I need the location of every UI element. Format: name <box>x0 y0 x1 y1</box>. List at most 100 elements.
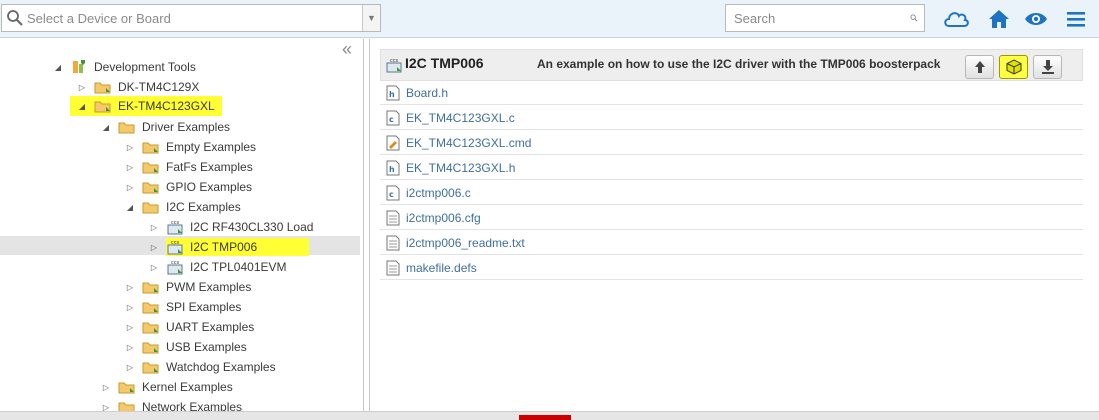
folder-icon <box>94 82 111 94</box>
collapsed-triangle-icon[interactable]: ▷ <box>76 81 88 93</box>
file-row-board-h[interactable]: h Board.h <box>380 81 1083 105</box>
resource-tree-panel: « ◢ Development Tools ▷ DK-TM4C129X ◢ EK… <box>0 39 364 411</box>
folder-icon <box>118 382 135 394</box>
search-icon[interactable] <box>910 9 918 27</box>
ccs-project-icon: ccs <box>167 240 183 255</box>
tree-item-development-tools[interactable]: ◢ Development Tools <box>52 57 198 77</box>
collapsed-triangle-icon[interactable]: ▷ <box>124 361 136 373</box>
search-box[interactable] <box>725 4 925 32</box>
eye-icon <box>1025 13 1047 25</box>
hamburger-menu-icon <box>1067 12 1085 27</box>
folder-icon <box>118 402 135 411</box>
folder-icon <box>142 342 159 354</box>
tree-item-empty-examples[interactable]: ▷ Empty Examples <box>124 137 258 157</box>
svg-text:h: h <box>389 90 395 99</box>
c-file-icon: c <box>386 185 400 200</box>
tree-item-i2c-tmp006[interactable]: ▷ ccs I2C TMP006 <box>148 237 310 257</box>
tree-item-gpio-examples[interactable]: ▷ GPIO Examples <box>124 177 254 197</box>
file-row-ek-tm4c123gxl-h[interactable]: h EK_TM4C123GXL.h <box>380 156 1083 180</box>
collapsed-triangle-icon[interactable]: ▷ <box>124 181 136 193</box>
svg-text:c: c <box>389 115 394 124</box>
collapsed-triangle-icon[interactable]: ▷ <box>100 401 112 412</box>
expanded-triangle-icon[interactable]: ◢ <box>100 121 112 133</box>
svg-text:h: h <box>389 165 395 174</box>
collapsed-triangle-icon[interactable]: ▷ <box>124 301 136 313</box>
tree-item-i2c-examples[interactable]: ◢ I2C Examples <box>124 197 243 217</box>
collapsed-triangle-icon[interactable]: ▷ <box>124 281 136 293</box>
tree-item-network-examples[interactable]: ▷ Network Examples <box>100 397 244 411</box>
text-file-icon <box>386 210 400 225</box>
file-row-i2ctmp006-readme-txt[interactable]: i2ctmp006_readme.txt <box>380 231 1083 255</box>
download-icon <box>1041 60 1054 74</box>
file-row-i2ctmp006-c[interactable]: c i2ctmp006.c <box>380 181 1083 205</box>
expanded-triangle-icon[interactable]: ◢ <box>76 100 88 112</box>
folder-icon <box>142 182 159 194</box>
folder-icon <box>142 362 159 374</box>
ccs-project-icon: ccs <box>386 58 402 73</box>
file-row-i2ctmp006-cfg[interactable]: i2ctmp006.cfg <box>380 206 1083 230</box>
ccs-project-icon: ccs <box>167 260 183 275</box>
view-button[interactable] <box>1022 5 1050 33</box>
c-file-icon: c <box>386 110 400 125</box>
device-select-placeholder: Select a Device or Board <box>27 10 171 26</box>
collapsed-triangle-icon[interactable]: ▷ <box>124 161 136 173</box>
text-file-icon <box>386 260 400 275</box>
tree-item-i2c-rf430cl330-load[interactable]: ▷ ccs I2C RF430CL330 Load <box>148 217 315 237</box>
download-button[interactable] <box>1033 55 1062 79</box>
cmd-file-icon <box>386 135 400 150</box>
tree-item-fatfs-examples[interactable]: ▷ FatFs Examples <box>124 157 255 177</box>
dropdown-arrow-icon[interactable]: ▼ <box>362 5 380 31</box>
tree-item-spi-examples[interactable]: ▷ SPI Examples <box>124 297 243 317</box>
file-row-ek-tm4c123gxl-c[interactable]: c EK_TM4C123GXL.c <box>380 106 1083 130</box>
tree-item-ek-tm4c123gxl[interactable]: ◢ EK-TM4C123GXL <box>70 96 222 116</box>
folder-icon <box>118 122 135 134</box>
project-title: I2C TMP006 <box>405 55 484 71</box>
search-input[interactable] <box>734 6 910 30</box>
collapsed-triangle-icon[interactable]: ▷ <box>148 221 160 233</box>
menu-button[interactable] <box>1062 5 1090 33</box>
text-file-icon <box>386 235 400 250</box>
device-board-select[interactable]: Select a Device or Board ▼ <box>1 4 381 32</box>
ccs-project-icon: ccs <box>167 220 183 235</box>
collapsed-triangle-icon[interactable]: ▷ <box>124 141 136 153</box>
file-row-makefile-defs[interactable]: makefile.defs <box>380 256 1083 280</box>
top-toolbar: Select a Device or Board ▼ <box>0 0 1099 38</box>
collapsed-triangle-icon[interactable]: ▷ <box>100 381 112 393</box>
arrow-up-icon <box>974 61 985 73</box>
collapsed-triangle-icon[interactable]: ▷ <box>148 241 160 253</box>
svg-text:ccs: ccs <box>171 220 179 226</box>
tree-item-kernel-examples[interactable]: ▷ Kernel Examples <box>100 377 235 397</box>
cloud-button[interactable] <box>942 5 970 33</box>
import-project-button[interactable] <box>999 55 1028 79</box>
project-header: ccs I2C TMP006 An example on how to use … <box>380 49 1083 81</box>
home-button[interactable] <box>985 5 1013 33</box>
cloud-icon <box>944 12 969 27</box>
tree-item-usb-examples[interactable]: ▷ USB Examples <box>124 337 249 357</box>
collapsed-triangle-icon[interactable]: ▷ <box>124 321 136 333</box>
folder-icon <box>142 322 159 334</box>
expanded-triangle-icon[interactable]: ◢ <box>52 61 64 73</box>
collapsed-triangle-icon[interactable]: ▷ <box>148 261 160 273</box>
svg-text:ccs: ccs <box>171 260 179 266</box>
tree-item-watchdog-examples[interactable]: ▷ Watchdog Examples <box>124 357 278 377</box>
cube-icon <box>1006 59 1021 75</box>
tree-item-pwm-examples[interactable]: ▷ PWM Examples <box>124 277 253 297</box>
collapsed-triangle-icon[interactable]: ▷ <box>124 341 136 353</box>
svg-text:c: c <box>389 190 394 199</box>
tree-item-uart-examples[interactable]: ▷ UART Examples <box>124 317 256 337</box>
project-description: An example on how to use the I2C driver … <box>537 57 941 71</box>
home-icon <box>989 10 1009 28</box>
expanded-triangle-icon[interactable]: ◢ <box>124 201 136 213</box>
svg-text:ccs: ccs <box>390 58 398 64</box>
collapse-panel-icon[interactable]: « <box>338 40 356 59</box>
folder-icon <box>142 202 159 214</box>
folder-icon <box>142 162 159 174</box>
folder-icon <box>142 142 159 154</box>
tree-item-i2c-tpl0401evm[interactable]: ▷ ccs I2C TPL0401EVM <box>148 257 289 277</box>
tree-item-driver-examples[interactable]: ◢ Driver Examples <box>100 117 232 137</box>
file-row-ek-tm4c123gxl-cmd[interactable]: EK_TM4C123GXL.cmd <box>380 131 1083 155</box>
up-button[interactable] <box>965 55 994 79</box>
tree-item-dk-tm4c129x[interactable]: ▷ DK-TM4C129X <box>76 77 201 97</box>
detail-panel: ccs I2C TMP006 An example on how to use … <box>369 39 1099 411</box>
board-icon <box>73 60 85 73</box>
